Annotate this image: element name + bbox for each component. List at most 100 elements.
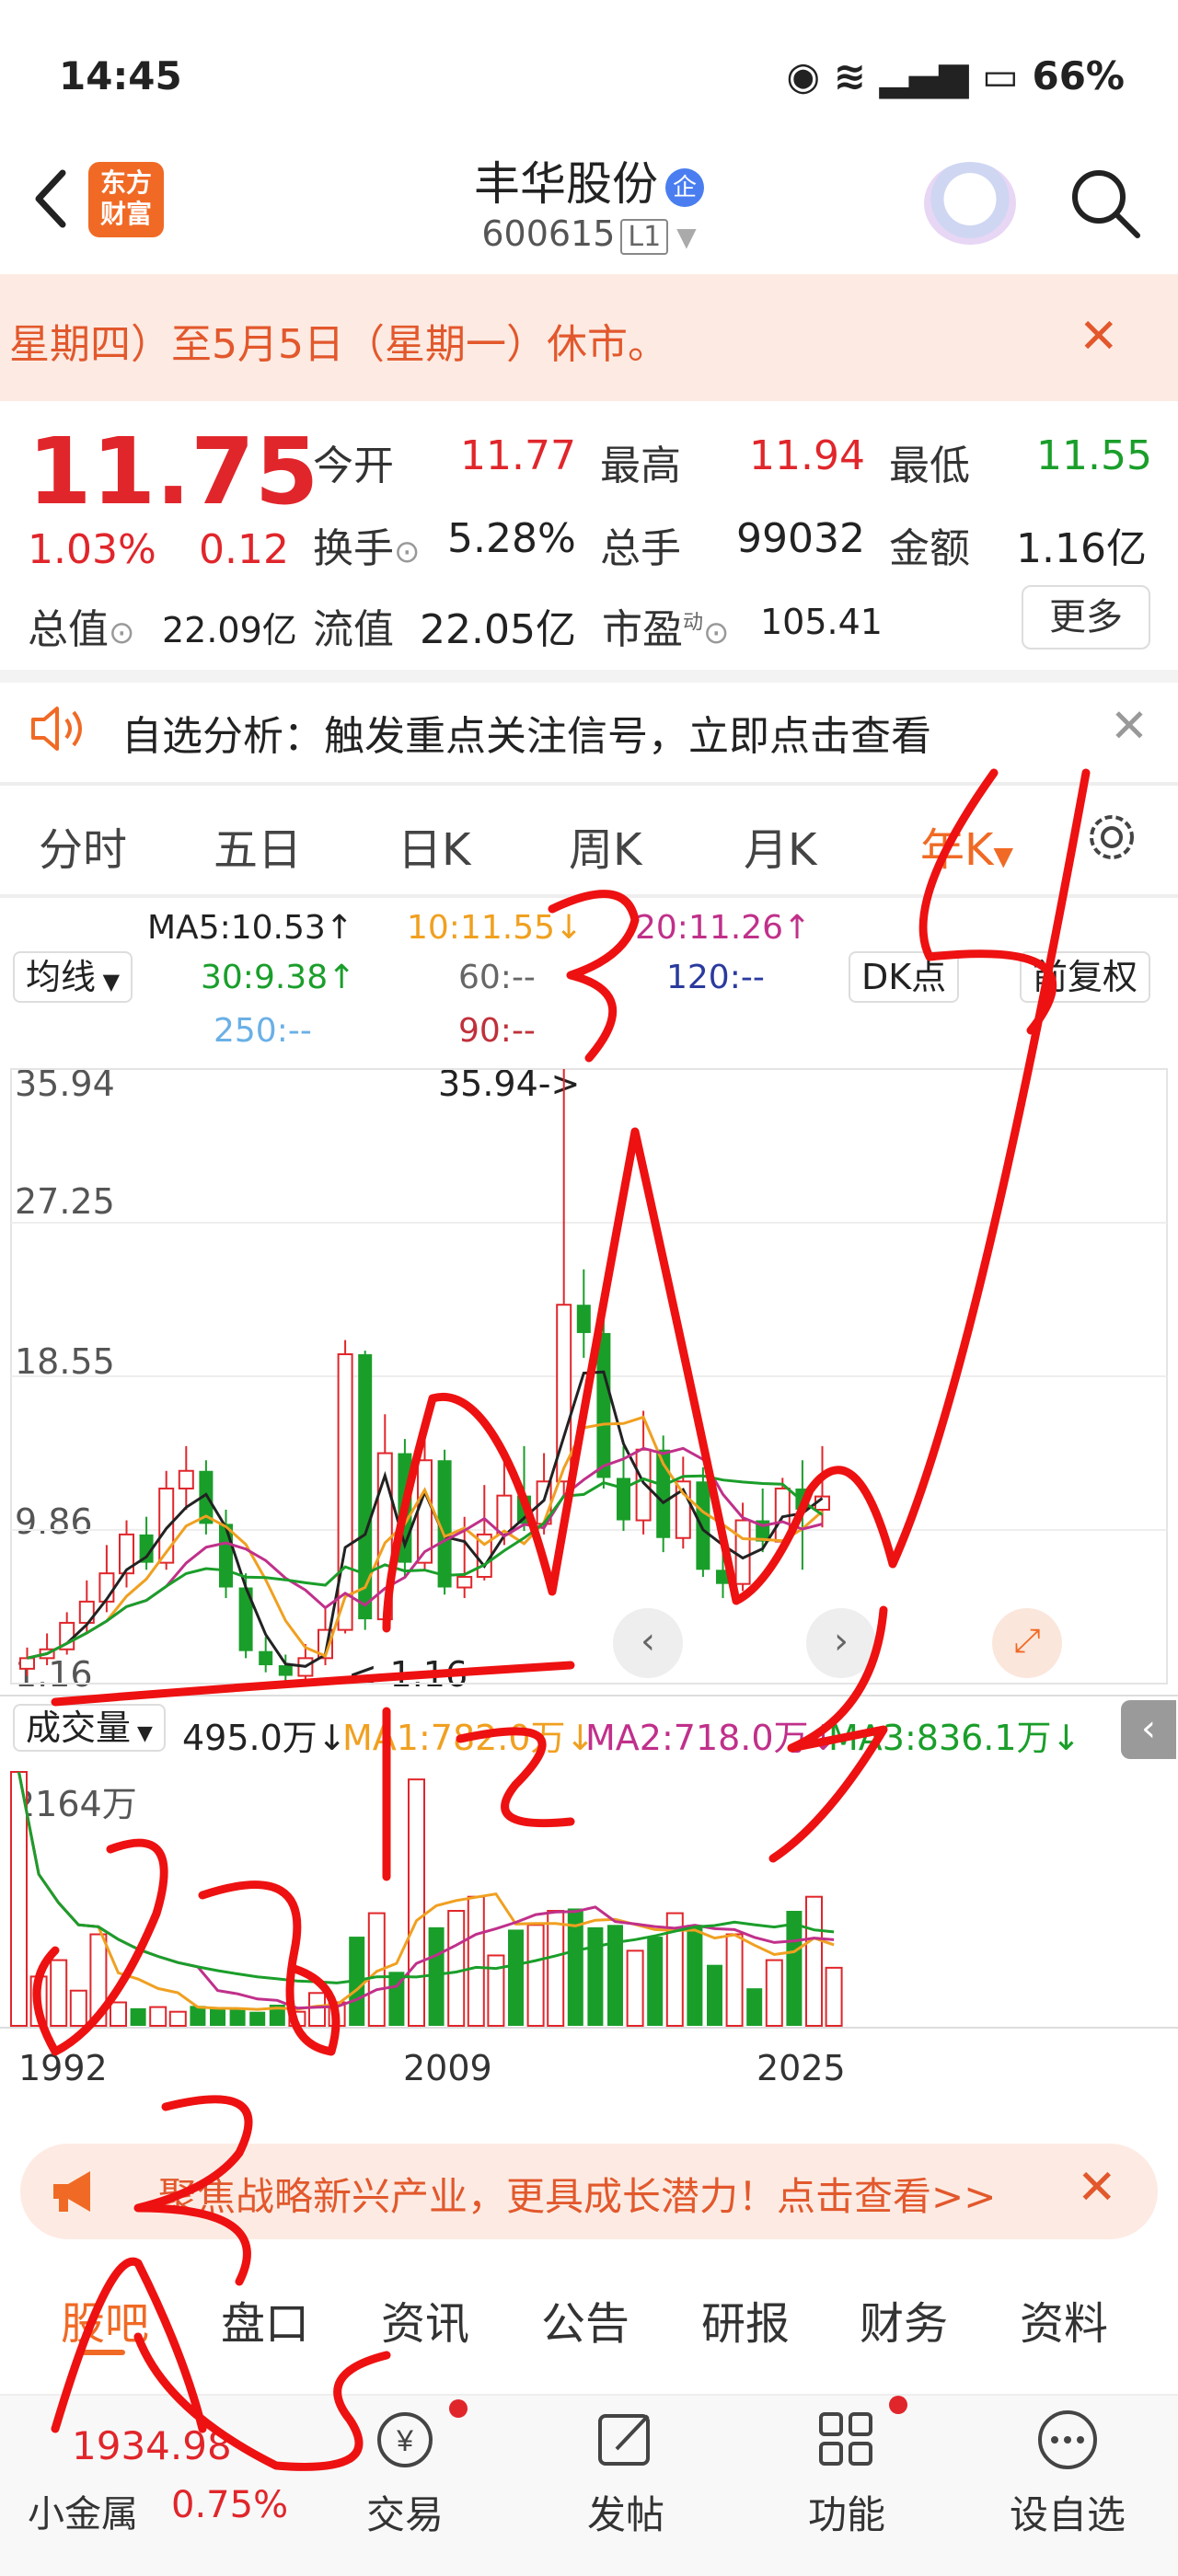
tab-weekly-k[interactable]: 周K (569, 813, 641, 878)
candle[interactable] (219, 1524, 233, 1588)
tab-finance[interactable]: 财务 (860, 2287, 948, 2352)
nav-functions[interactable]: 功能 (773, 2484, 920, 2540)
search-icon[interactable] (1064, 162, 1145, 243)
candle[interactable] (417, 1459, 433, 1564)
volume-bar[interactable] (190, 2006, 206, 2026)
volume-bar[interactable] (467, 1895, 485, 2027)
close-icon[interactable]: ✕ (1077, 2160, 1117, 2215)
volume-bar[interactable] (725, 1933, 744, 2027)
volume-bar[interactable] (626, 1949, 644, 2027)
volume-bar[interactable] (10, 1771, 28, 2027)
more-dots-icon[interactable] (1031, 2403, 1104, 2477)
candle[interactable] (716, 1570, 730, 1584)
volume-bar[interactable] (210, 2007, 225, 2026)
tab-daily-k[interactable]: 日K (398, 813, 470, 878)
candle[interactable] (576, 1305, 591, 1333)
chevron-down-icon: ▼ (96, 969, 121, 995)
expand-icon[interactable]: ⤢ (992, 1608, 1062, 1678)
volume-bar[interactable] (707, 1964, 722, 2026)
tab-profile[interactable]: 资料 (1020, 2287, 1108, 2352)
volume-bar[interactable] (587, 1926, 604, 2026)
volume-bar[interactable] (110, 2001, 127, 2027)
tab-yearly-k[interactable]: 年K▼ (920, 813, 1013, 878)
volume-bar[interactable] (765, 1959, 783, 2027)
gear-icon[interactable] (1082, 808, 1141, 867)
volume-bar[interactable] (168, 2010, 187, 2027)
dk-point-button[interactable]: DK点 (849, 951, 960, 1003)
collapse-arrow-icon[interactable]: ‹ (1121, 1700, 1176, 1759)
candle[interactable] (734, 1519, 751, 1585)
analysis-text[interactable]: 自选分析：触发重点关注信号，立即点击查看 (121, 703, 931, 762)
volume-bar[interactable] (50, 1959, 68, 2027)
candle[interactable] (337, 1352, 353, 1631)
volume-bar[interactable] (447, 1910, 466, 2028)
close-icon[interactable]: ✕ (1079, 309, 1119, 364)
adjust-mode-button[interactable]: 前复权 (1020, 951, 1151, 1003)
compose-icon[interactable] (589, 2403, 663, 2477)
candle[interactable] (617, 1478, 630, 1521)
candle[interactable] (456, 1575, 473, 1589)
volume-bar[interactable] (149, 2006, 167, 2028)
sector-name[interactable]: 小金属 (28, 2484, 138, 2537)
volume-bar[interactable] (69, 1989, 87, 2027)
robot-assistant-avatar[interactable] (924, 162, 1016, 245)
change-amount: 0.12 (199, 526, 289, 573)
sector-change: 0.75% (171, 2484, 289, 2526)
sector-index-value[interactable]: 1934.98 (72, 2423, 232, 2468)
ma-selector[interactable]: 均线 ▼ (13, 951, 133, 1003)
volume-bar[interactable] (249, 2011, 266, 2026)
tab-intraday[interactable]: 分时 (39, 813, 127, 878)
volume-bar[interactable] (29, 1975, 48, 2027)
nav-add-watchlist[interactable]: 设自选 (994, 2484, 1141, 2540)
candle[interactable] (259, 1650, 273, 1666)
tab-announcements[interactable]: 公告 (541, 2287, 629, 2352)
volume-bar[interactable] (526, 1924, 545, 2028)
chevron-right-icon[interactable]: › (806, 1608, 876, 1678)
nav-post[interactable]: 发帖 (552, 2484, 699, 2540)
volume-bar[interactable] (308, 1992, 326, 2028)
candle[interactable] (278, 1665, 293, 1676)
volume-bar[interactable] (508, 1929, 524, 2026)
info-icon[interactable]: ⊙ (703, 615, 730, 651)
promo-text[interactable]: 聚焦战略新兴产业，更具成长潜力！点击查看>> (158, 2166, 996, 2222)
tab-news[interactable]: 资讯 (381, 2287, 469, 2352)
volume-chart[interactable] (0, 1766, 1178, 2033)
volume-bar[interactable] (547, 1910, 565, 2028)
candle[interactable] (795, 1488, 810, 1511)
volume-bar[interactable] (89, 1933, 108, 2027)
tab-handicap[interactable]: 盘口 (221, 2287, 309, 2352)
candle[interactable] (596, 1332, 611, 1478)
volume-bar[interactable] (746, 1988, 763, 2026)
candle[interactable] (19, 1657, 35, 1670)
tab-research[interactable]: 研报 (701, 2287, 790, 2352)
nav-trade[interactable]: 交易 (331, 2484, 479, 2540)
volume-bar[interactable] (288, 2010, 306, 2027)
chevron-left-icon[interactable]: ‹ (613, 1608, 683, 1678)
candle[interactable] (178, 1469, 194, 1489)
info-icon[interactable]: ⊙ (394, 534, 421, 570)
volume-bar[interactable] (805, 1895, 823, 2027)
tab-monthly-k[interactable]: 月K (744, 813, 816, 878)
info-icon[interactable]: ⊙ (109, 615, 135, 651)
volume-bar[interactable] (786, 1911, 803, 2026)
close-icon[interactable]: ✕ (1110, 699, 1149, 753)
more-button[interactable]: 更多 (1022, 585, 1150, 650)
volume-bar[interactable] (607, 1925, 623, 2026)
volume-bar[interactable] (647, 1937, 664, 2026)
volume-selector[interactable]: 成交量 ▼ (13, 1704, 166, 1752)
trade-icon[interactable]: ¥ (368, 2403, 442, 2477)
volume-bar[interactable] (229, 2009, 246, 2026)
candle[interactable] (635, 1448, 652, 1522)
candlestick-chart[interactable] (0, 1058, 1178, 1702)
volume-bar[interactable] (408, 1778, 425, 2028)
volume-bar[interactable] (487, 1954, 505, 2028)
volume-bar[interactable] (687, 1925, 703, 2026)
grid-icon[interactable] (810, 2403, 884, 2477)
divider (0, 670, 1178, 683)
candle[interactable] (696, 1481, 710, 1570)
candle[interactable] (496, 1494, 513, 1535)
volume-bar[interactable] (130, 2007, 146, 2026)
tab-forum[interactable]: 股吧 (61, 2287, 149, 2352)
tab-five-day[interactable]: 五日 (214, 813, 302, 878)
volume-bar[interactable] (825, 1966, 843, 2027)
